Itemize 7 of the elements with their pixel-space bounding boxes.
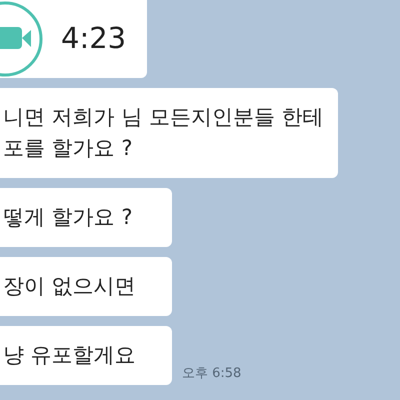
message-time: 오후 6:58 <box>182 364 242 382</box>
message-text: 냥 유포할게요 <box>3 342 137 369</box>
message-text: 떻게 할가요 ? <box>3 204 134 231</box>
message-text: 장이 없으시면 <box>3 273 137 300</box>
call-duration: 4:23 <box>61 20 126 58</box>
video-camera-icon <box>0 1 45 77</box>
message-text: 니면 저희가 님 모든지인분들 한테 포를 할가요 ? <box>3 104 324 162</box>
